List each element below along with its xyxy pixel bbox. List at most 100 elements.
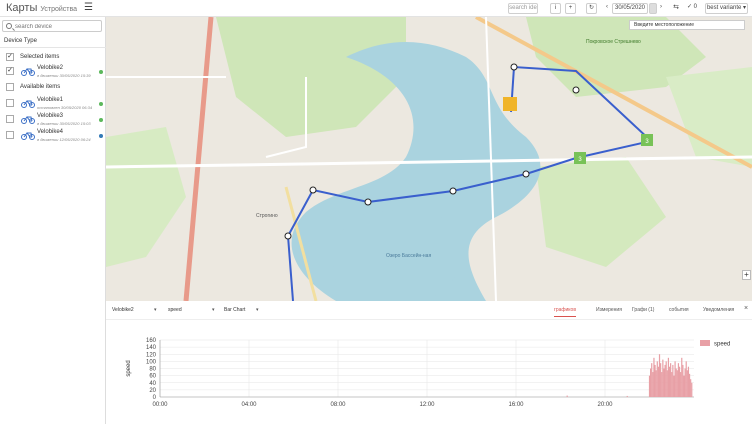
device-row[interactable]: Velobike1 остановлен 30/05/2020 06:34 xyxy=(0,95,106,111)
app-title: Карты Устройства xyxy=(6,2,78,14)
tab-notifications[interactable]: Уведомления xyxy=(703,307,734,313)
device-type-label: Device Type xyxy=(4,38,37,44)
device-name: Velobike2 xyxy=(37,65,64,71)
legend-label: speed xyxy=(714,342,730,348)
list-menu-icon[interactable]: ☰ xyxy=(84,3,93,13)
device-name: Velobike4 xyxy=(37,129,64,135)
chart-bar xyxy=(651,363,653,397)
chart-type-select[interactable]: Bar Chart xyxy=(224,307,245,313)
device-checkbox[interactable] xyxy=(6,115,14,123)
next-date-button[interactable]: › xyxy=(657,3,665,14)
y-tick-label: 140 xyxy=(146,345,157,351)
device-sidebar: Device Type ✓ Selected items ✓ Velobike2… xyxy=(0,17,106,424)
chart-bar xyxy=(660,363,662,397)
chart-bar xyxy=(648,375,651,397)
chart-bar xyxy=(684,368,686,397)
chart-bar xyxy=(626,395,628,397)
map-view[interactable]: 3 3 Озеро Бассейн-ная Строгино Покровско… xyxy=(106,17,752,301)
district-label: Строгино xyxy=(256,213,278,219)
selected-items-label: Selected items xyxy=(20,54,60,60)
date-field[interactable]: 30/05/2020 xyxy=(612,3,648,14)
tab-events[interactable]: события xyxy=(669,307,689,313)
device-status: в движении 30/05/2020 15:03 xyxy=(37,121,91,126)
available-items-checkbox[interactable] xyxy=(6,83,14,91)
device-row[interactable]: Velobike4 в движении 12/05/2020 06:24 xyxy=(0,127,106,143)
chart-bar xyxy=(674,361,676,397)
device-row[interactable]: ✓ Velobike2 в движении 30/05/2020 15:39 xyxy=(0,63,106,79)
map-canvas: 3 3 Озеро Бассейн-ная Строгино Покровско… xyxy=(106,17,752,301)
search-icon xyxy=(6,23,12,29)
status-dot xyxy=(99,70,103,74)
chart-bar xyxy=(690,379,692,397)
device-select[interactable]: Velobike2 xyxy=(112,307,134,313)
calendar-icon[interactable] xyxy=(649,3,657,14)
speed-chart: 0 20 40 60 80 100 120 140 160 00:00 04:00 08:00 12:0… xyxy=(106,320,752,424)
chart-bar xyxy=(666,370,668,397)
chart-bar xyxy=(676,370,678,397)
bicycle-icon xyxy=(21,68,35,76)
chart-toolbar: Velobike2 ▾ speed ▾ Bar Chart ▾ графиков… xyxy=(106,301,752,320)
chart-bar xyxy=(653,357,655,397)
device-checkbox[interactable]: ✓ xyxy=(6,67,14,75)
chart-bar xyxy=(671,372,673,397)
chart-bar xyxy=(658,354,661,397)
chart-bar xyxy=(678,366,681,397)
close-icon[interactable]: × xyxy=(744,305,748,312)
status-dot xyxy=(99,134,103,138)
device-select-caret-icon[interactable]: ▾ xyxy=(154,307,157,313)
park-label: Покровское Стрешнево xyxy=(586,39,641,45)
chart-bar xyxy=(675,368,677,397)
device-row[interactable]: Velobike3 в движении 30/05/2020 15:03 xyxy=(0,111,106,127)
device-status: в движении 12/05/2020 06:24 xyxy=(37,137,91,142)
chart-bar xyxy=(663,368,665,397)
param-select[interactable]: speed xyxy=(168,307,182,313)
device-checkbox[interactable] xyxy=(6,131,14,139)
param-select-caret-icon[interactable]: ▾ xyxy=(212,307,215,313)
chart-canvas: 020406080 100120140160 00:00 04:00 08:00 12:0… xyxy=(126,338,730,408)
chart-bar xyxy=(686,370,688,397)
available-items-label: Available items xyxy=(20,84,61,90)
y-tick-label: 40 xyxy=(149,381,156,387)
device-checkbox[interactable] xyxy=(6,99,14,107)
y-axis-label: speed xyxy=(126,360,132,376)
route-icon[interactable]: ⇆ xyxy=(670,3,682,14)
chart-bar xyxy=(566,395,568,397)
prev-date-button[interactable]: ‹ xyxy=(603,3,611,14)
tab-graphs[interactable]: Графи (1) xyxy=(632,307,654,313)
location-search-popup[interactable]: Введите местоположение xyxy=(629,20,745,30)
selected-items-checkbox[interactable]: ✓ xyxy=(6,53,14,61)
chart-bar xyxy=(682,364,684,397)
info-button[interactable]: i xyxy=(550,3,561,14)
bicycle-marker-icon xyxy=(503,97,517,111)
check-counter[interactable]: ✓ 0 xyxy=(684,3,700,14)
available-items-row[interactable]: Available items xyxy=(0,81,106,93)
selected-items-row[interactable]: ✓ Selected items xyxy=(0,51,106,63)
device-search-input[interactable] xyxy=(15,22,99,31)
chart-bar xyxy=(683,375,685,397)
chart-bar xyxy=(656,361,658,397)
refresh-button[interactable]: ↻ xyxy=(586,3,597,14)
top-search-input[interactable]: search ide xyxy=(508,3,538,14)
zoom-in-button[interactable]: + xyxy=(742,270,751,280)
chart-type-caret-icon[interactable]: ▾ xyxy=(256,307,259,313)
y-tick-label: 20 xyxy=(149,388,156,394)
x-tick-label: 16:00 xyxy=(508,402,524,408)
lake-label: Озеро Бассейн-ная xyxy=(386,252,431,259)
device-search[interactable] xyxy=(2,20,102,32)
bicycle-icon xyxy=(21,132,35,140)
status-dot xyxy=(99,118,103,122)
x-tick-label: 20:00 xyxy=(597,402,613,408)
legend-swatch xyxy=(700,340,710,346)
add-button[interactable]: + xyxy=(565,3,576,14)
chart-bar xyxy=(652,372,654,397)
tab-charts[interactable]: графиков xyxy=(554,307,576,317)
map-layer-select[interactable]: best variante ▾ xyxy=(705,3,748,14)
y-tick-label: 80 xyxy=(149,367,156,373)
y-tick-label: 60 xyxy=(149,374,156,380)
chart-bar xyxy=(670,363,672,397)
x-tick-label: 00:00 xyxy=(152,402,168,408)
tab-measurements[interactable]: Измерения xyxy=(596,307,622,313)
chart-bar xyxy=(665,361,667,397)
chart-bar xyxy=(673,375,675,397)
app-subtitle: Устройства xyxy=(40,6,78,13)
